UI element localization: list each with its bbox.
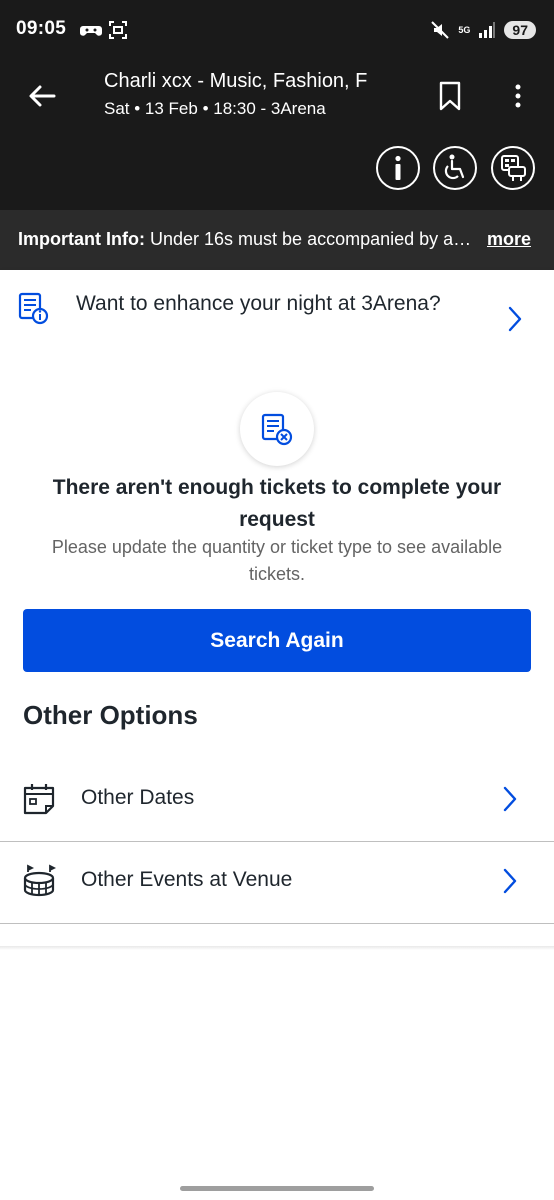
other-dates-label: Other Dates: [81, 786, 195, 809]
empty-state-icon-container: [240, 392, 314, 466]
other-events-at-venue-row[interactable]: Other Events at Venue: [0, 842, 554, 924]
chevron-right-icon: [503, 868, 517, 894]
status-bar: 09:05 5G 97: [0, 0, 554, 62]
event-title: Charli xcx - Music, Fashion, F: [104, 70, 368, 92]
important-info-text: Under 16s must be accompanied by an adul…: [144, 229, 474, 249]
stadium-icon: [23, 864, 56, 897]
search-again-button[interactable]: Search Again: [23, 609, 531, 672]
important-info-more-link[interactable]: more: [487, 229, 531, 250]
arrow-left-icon: [29, 85, 56, 107]
empty-state-title: There aren't enough tickets to complete …: [52, 476, 502, 531]
other-options-heading: Other Options: [23, 700, 198, 730]
event-header: Charli xcx - Music, Fashion, F Sat • 13 …: [0, 62, 554, 210]
bookmark-icon: [439, 81, 461, 111]
wheelchair-icon: [444, 154, 465, 180]
mute-icon: [431, 21, 450, 39]
calendar-icon: [23, 784, 55, 815]
important-info-label: Important Info:: [18, 229, 145, 249]
empty-state-description: Please update the quantity or ticket typ…: [51, 537, 503, 584]
ticket-info-icon: [18, 292, 49, 325]
other-events-label: Other Events at Venue: [81, 868, 293, 891]
other-dates-row[interactable]: Other Dates: [0, 760, 554, 842]
chevron-right-icon: [508, 306, 522, 332]
ticket-unavailable-icon: [261, 413, 293, 446]
seat-map-button[interactable]: [491, 146, 535, 190]
network-type: 5G: [458, 25, 471, 35]
important-info-banner[interactable]: Important Info: Under 16s must be accomp…: [0, 210, 554, 270]
signal-icon: [479, 22, 496, 38]
accessibility-button[interactable]: [433, 146, 477, 190]
enhance-night-row[interactable]: Want to enhance your night at 3Arena?: [0, 270, 554, 369]
chevron-right-icon: [503, 786, 517, 812]
enhance-night-text: Want to enhance your night at 3Arena?: [76, 292, 441, 315]
seat-map-icon: [501, 155, 526, 181]
panel-divider: [0, 946, 554, 950]
back-button[interactable]: [22, 76, 62, 116]
no-tickets-panel: There aren't enough tickets to complete …: [0, 368, 554, 946]
info-icon: [395, 155, 401, 180]
event-info-button[interactable]: [376, 146, 420, 190]
game-controller-icon: [80, 26, 102, 36]
screenshot-icon: [109, 21, 127, 39]
more-vertical-icon: [515, 84, 521, 108]
more-options-button[interactable]: [502, 76, 534, 116]
status-time: 09:05: [16, 18, 67, 39]
event-subtitle: Sat • 13 Feb • 18:30 - 3Arena: [104, 99, 326, 118]
home-indicator[interactable]: [180, 1186, 374, 1191]
bookmark-button[interactable]: [432, 76, 468, 116]
battery-level: 97: [504, 21, 536, 39]
